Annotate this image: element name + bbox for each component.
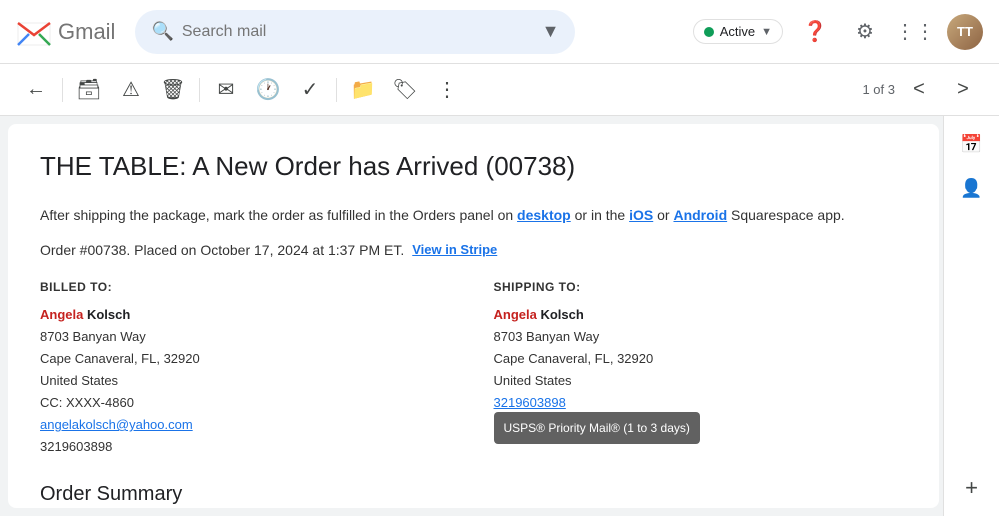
shipping-tooltip: USPS® Priority Mail® (1 to 3 days) <box>494 412 700 444</box>
nav-count-text: 1 of 3 <box>862 82 895 97</box>
main-area: THE TABLE: A New Order has Arrived (0073… <box>0 116 999 516</box>
spam-button[interactable]: ⚠ <box>111 70 151 110</box>
android-link[interactable]: Android <box>673 207 727 223</box>
order-summary-title: Order Summary <box>40 478 907 508</box>
billed-name-highlight: Angela <box>40 307 83 322</box>
archive-button[interactable]: 🗃 <box>69 70 109 110</box>
search-bar[interactable]: 🔍 ▼ <box>135 10 575 54</box>
active-status-badge[interactable]: Active ▼ <box>693 19 783 44</box>
ios-link[interactable]: iOS <box>629 207 653 223</box>
address-section: BILLED TO: Angela Kolsch 8703 Banyan Way… <box>40 277 907 458</box>
snooze-button[interactable]: 🕐 <box>248 70 288 110</box>
avatar-button[interactable]: TT <box>947 14 983 50</box>
order-info-text: Order #00738. Placed on October 17, 2024… <box>40 239 404 261</box>
move-to-button[interactable]: 📁 <box>343 70 383 110</box>
squarespace-text: Squarespace app. <box>731 207 845 223</box>
settings-button[interactable]: ⚙ <box>847 14 883 50</box>
mark-unread-button[interactable]: ✉ <box>206 70 246 110</box>
billed-to-label: BILLED TO: <box>40 277 454 297</box>
shipping-address1: 8703 Banyan Way <box>494 326 908 348</box>
billed-to-block: BILLED TO: Angela Kolsch 8703 Banyan Way… <box>40 277 454 458</box>
shipping-phone-container: 3219603898 USPS® Priority Mail® (1 to 3 … <box>494 395 566 410</box>
sidebar-add-button[interactable]: + <box>952 468 992 508</box>
shipping-address2: Cape Canaveral, FL, 32920 <box>494 348 908 370</box>
toolbar-separator <box>62 78 63 102</box>
email-toolbar: ← 🗃 ⚠ 🗑 ✉ 🕐 ✓ 📁 🏷 ⋮ 1 of 3 < > <box>0 64 999 116</box>
active-label: Active <box>720 24 755 39</box>
gmail-logo: Gmail <box>16 14 115 50</box>
billed-address3: United States <box>40 370 454 392</box>
search-input[interactable] <box>182 23 530 41</box>
toolbar-separator-3 <box>336 78 337 102</box>
more-button[interactable]: ⋮ <box>427 70 467 110</box>
add-to-tasks-button[interactable]: ✓ <box>290 70 330 110</box>
nav-prev-button[interactable]: < <box>899 70 939 110</box>
email-content: THE TABLE: A New Order has Arrived (0073… <box>8 124 939 508</box>
shipping-address3: United States <box>494 370 908 392</box>
search-icon: 🔍 <box>151 21 173 42</box>
active-chevron-icon: ▼ <box>761 26 772 38</box>
billed-email-link[interactable]: angelakolsch@yahoo.com <box>40 417 193 432</box>
toolbar-separator-2 <box>199 78 200 102</box>
gmail-text: Gmail <box>58 19 115 45</box>
search-options-button[interactable]: ▼ <box>542 21 560 42</box>
view-in-stripe-link[interactable]: View in Stripe <box>412 240 497 261</box>
nav-count-container: 1 of 3 < > <box>862 70 983 110</box>
shipping-to-block: SHIPPING TO: Angela Kolsch 8703 Banyan W… <box>494 277 908 458</box>
billed-name: Angela Kolsch <box>40 304 454 326</box>
email-body-paragraph1: After shipping the package, mark the ord… <box>40 204 907 226</box>
support-button[interactable]: ❓ <box>797 14 833 50</box>
labels-button[interactable]: 🏷 <box>385 70 425 110</box>
sidebar-tab-calendar[interactable]: 📅 <box>952 124 992 164</box>
sidebar-tab-people[interactable]: 👤 <box>952 168 992 208</box>
order-info-line: Order #00738. Placed on October 17, 2024… <box>40 239 907 261</box>
body-text-or1: or in the <box>575 207 629 223</box>
shipping-name-highlight: Angela <box>494 307 537 322</box>
apps-button[interactable]: ⋮⋮ <box>897 14 933 50</box>
body-text-or2: or <box>657 207 673 223</box>
back-button[interactable]: ← <box>16 70 56 110</box>
top-bar: Gmail 🔍 ▼ Active ▼ ❓ ⚙ ⋮⋮ TT <box>0 0 999 64</box>
billed-email: angelakolsch@yahoo.com <box>40 414 454 436</box>
email-body: After shipping the package, mark the ord… <box>40 204 907 508</box>
shipping-to-label: SHIPPING TO: <box>494 277 908 297</box>
billed-phone: 3219603898 <box>40 436 454 458</box>
gmail-logo-icon <box>16 14 52 50</box>
shipping-phone-link[interactable]: 3219603898 <box>494 395 566 410</box>
shipping-name-rest: Kolsch <box>537 307 584 322</box>
right-sidebar: 📅 👤 + <box>943 116 999 516</box>
body-text-1: After shipping the package, mark the ord… <box>40 207 513 223</box>
active-dot <box>704 27 714 37</box>
shipping-name: Angela Kolsch <box>494 304 908 326</box>
email-title: THE TABLE: A New Order has Arrived (0073… <box>40 148 907 184</box>
avatar: TT <box>947 14 983 50</box>
billed-name-rest: Kolsch <box>83 307 130 322</box>
desktop-link[interactable]: desktop <box>517 207 571 223</box>
billed-address2: Cape Canaveral, FL, 32920 <box>40 348 454 370</box>
nav-next-button[interactable]: > <box>943 70 983 110</box>
top-right-controls: Active ▼ ❓ ⚙ ⋮⋮ TT <box>693 14 983 50</box>
billed-address1: 8703 Banyan Way <box>40 326 454 348</box>
billed-cc: CC: XXXX-4860 <box>40 392 454 414</box>
delete-button[interactable]: 🗑 <box>153 70 193 110</box>
